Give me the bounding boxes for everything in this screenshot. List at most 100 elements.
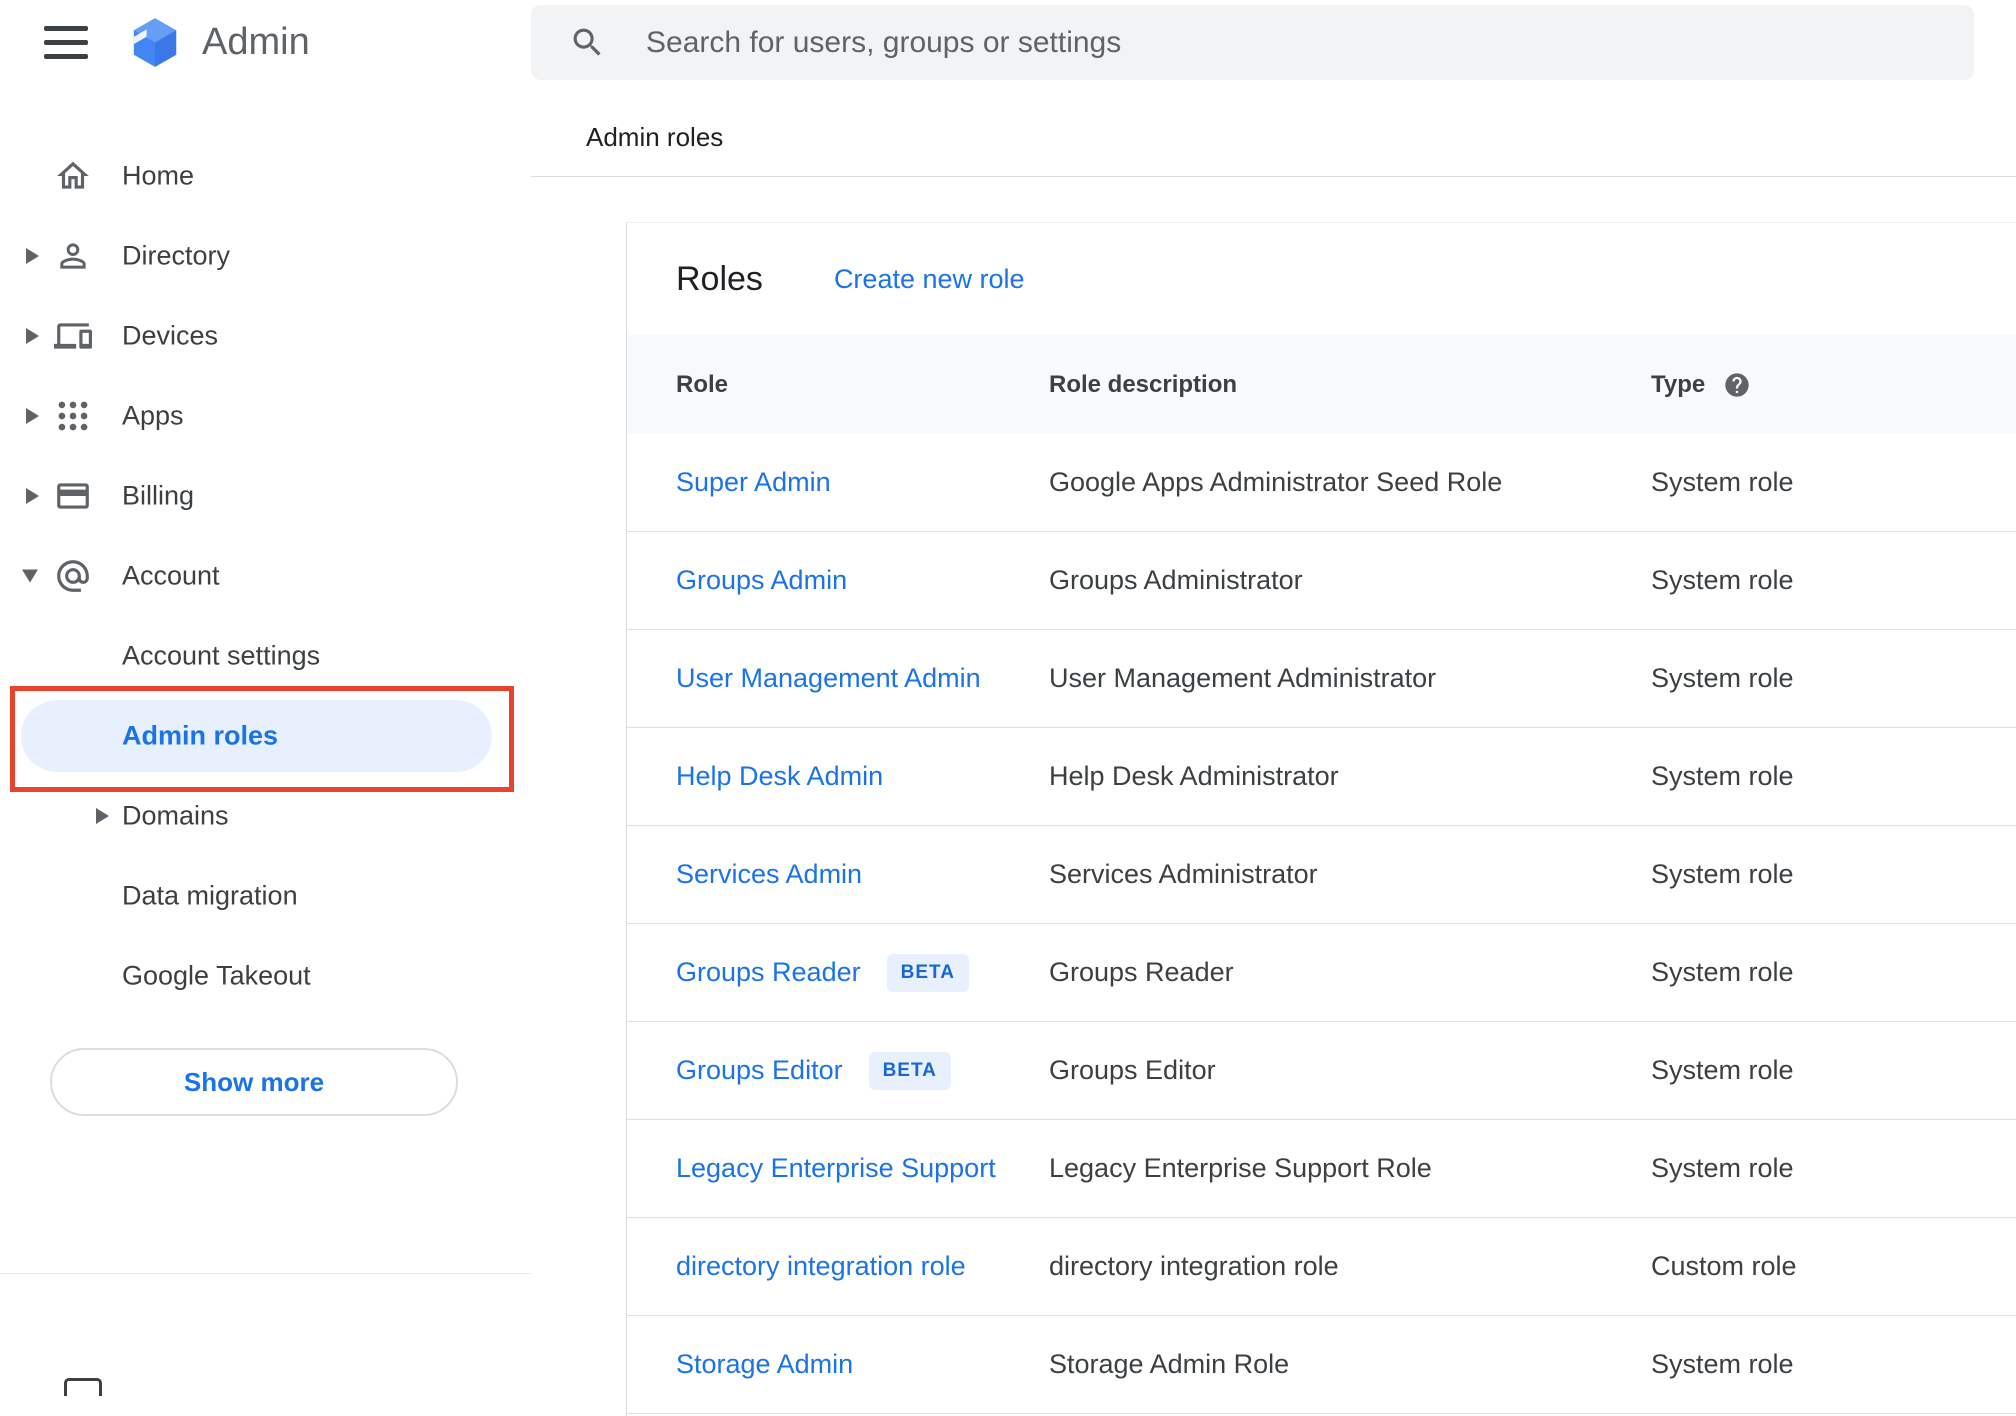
- role-link[interactable]: directory integration role: [676, 1251, 966, 1282]
- role-type: System role: [1651, 565, 1794, 595]
- devices-icon: [54, 317, 92, 355]
- role-link[interactable]: Legacy Enterprise Support: [676, 1153, 996, 1184]
- table-header-row: Role Role description Type: [627, 335, 2016, 434]
- role-link[interactable]: Storage Admin: [676, 1349, 853, 1380]
- sidebar-item-directory[interactable]: Directory: [0, 216, 531, 296]
- role-link[interactable]: Super Admin: [676, 467, 831, 498]
- sidebar-item-label: Data migration: [122, 880, 298, 911]
- beta-badge: BETA: [868, 1051, 951, 1090]
- table-row: Services Admin Services Administrator Sy…: [627, 826, 2016, 924]
- role-type: System role: [1651, 957, 1794, 987]
- role-type: System role: [1651, 663, 1794, 693]
- app-title: Admin: [202, 21, 310, 63]
- breadcrumb: Admin roles: [586, 122, 724, 152]
- role-link[interactable]: Help Desk Admin: [676, 761, 883, 792]
- expand-arrow-icon[interactable]: [26, 248, 39, 264]
- menu-hamburger-icon[interactable]: [44, 22, 90, 63]
- table-row: directory integration role directory int…: [627, 1218, 2016, 1316]
- clipped-bottom-icon[interactable]: [64, 1378, 102, 1396]
- home-icon: [54, 157, 92, 195]
- help-icon[interactable]: [1723, 371, 1751, 399]
- sidebar-item-label: Admin roles: [122, 720, 279, 751]
- main-content: Admin roles Roles Create new role Role R…: [531, 85, 2016, 1416]
- role-type: System role: [1651, 1055, 1794, 1085]
- create-new-role-link[interactable]: Create new role: [834, 264, 1025, 295]
- role-type: Custom role: [1651, 1251, 1797, 1281]
- role-link[interactable]: Services Admin: [676, 859, 862, 890]
- content-divider: [531, 176, 2016, 177]
- role-type: System role: [1651, 1153, 1794, 1183]
- table-row: Groups Reader BETA Groups Reader System …: [627, 924, 2016, 1022]
- search-icon: [569, 24, 606, 61]
- sidebar-item-label: Google Takeout: [122, 960, 311, 991]
- role-description: Legacy Enterprise Support Role: [1049, 1153, 1432, 1183]
- admin-hexagon-icon: [133, 17, 177, 67]
- topbar: [531, 0, 2016, 85]
- sidebar-item-label: Account settings: [122, 640, 321, 671]
- sidebar-item-label: Apps: [122, 400, 184, 431]
- table-row: Help Desk Admin Help Desk Administrator …: [627, 728, 2016, 826]
- show-more-button[interactable]: Show more: [50, 1048, 458, 1116]
- admin-logo[interactable]: Admin: [128, 16, 310, 70]
- expand-arrow-icon[interactable]: [96, 808, 109, 824]
- role-type: System role: [1651, 859, 1794, 889]
- sidebar-item-account-settings[interactable]: Account settings: [0, 616, 531, 696]
- search-box[interactable]: [531, 5, 1974, 80]
- role-description: Storage Admin Role: [1049, 1349, 1290, 1379]
- sidebar-item-label: Devices: [122, 320, 219, 351]
- role-description: directory integration role: [1049, 1251, 1339, 1281]
- table-row: Legacy Enterprise Support Legacy Enterpr…: [627, 1120, 2016, 1218]
- sidebar-item-label: Domains: [122, 800, 229, 831]
- roles-card-header: Roles Create new role: [627, 223, 2016, 335]
- expand-arrow-icon[interactable]: [26, 328, 39, 344]
- search-input[interactable]: [646, 25, 1974, 60]
- beta-badge: BETA: [886, 953, 969, 992]
- sidebar-item-label: Account: [122, 560, 220, 591]
- role-type: System role: [1651, 1349, 1794, 1379]
- sidebar-item-google-takeout[interactable]: Google Takeout: [0, 936, 531, 1016]
- at-sign-icon: [54, 557, 92, 595]
- column-header-role: Role: [676, 370, 729, 398]
- role-link[interactable]: Groups Reader: [676, 957, 861, 988]
- role-type: System role: [1651, 467, 1794, 497]
- sidebar-item-devices[interactable]: Devices: [0, 296, 531, 376]
- role-description: Groups Administrator: [1049, 565, 1303, 595]
- role-description: Google Apps Administrator Seed Role: [1049, 467, 1503, 497]
- role-link[interactable]: Groups Editor: [676, 1055, 843, 1086]
- role-link[interactable]: Groups Admin: [676, 565, 847, 596]
- table-row: Groups Admin Groups Administrator System…: [627, 532, 2016, 630]
- sidebar-item-admin-roles[interactable]: Admin roles: [0, 696, 531, 776]
- roles-card: Roles Create new role Role Role descript…: [626, 222, 2016, 1416]
- column-header-type-label: Type: [1651, 370, 1706, 398]
- sidebar-item-label: Directory: [122, 240, 231, 271]
- sidebar-item-account[interactable]: Account: [0, 536, 531, 616]
- table-row: Storage Admin Storage Admin Role System …: [627, 1316, 2016, 1414]
- roles-heading: Roles: [676, 259, 763, 298]
- person-icon: [54, 237, 92, 275]
- sidebar-divider: [0, 1273, 531, 1274]
- sidebar-item-label: Billing: [122, 480, 195, 511]
- table-row: Groups Editor BETA Groups Editor System …: [627, 1022, 2016, 1120]
- sidebar-header: Admin: [0, 0, 531, 85]
- sidebar-item-billing[interactable]: Billing: [0, 456, 531, 536]
- collapse-arrow-icon[interactable]: [22, 569, 38, 583]
- role-description: Help Desk Administrator: [1049, 761, 1339, 791]
- expand-arrow-icon[interactable]: [26, 408, 39, 424]
- role-description: Groups Reader: [1049, 957, 1234, 987]
- role-type: System role: [1651, 761, 1794, 791]
- table-row: Super Admin Google Apps Administrator Se…: [627, 434, 2016, 532]
- sidebar-nav: Home Directory Devices Apps Billing Acco…: [0, 85, 531, 1016]
- sidebar-item-apps[interactable]: Apps: [0, 376, 531, 456]
- apps-grid-icon: [54, 397, 92, 435]
- role-description: Groups Editor: [1049, 1055, 1216, 1085]
- sidebar-item-data-migration[interactable]: Data migration: [0, 856, 531, 936]
- credit-card-icon: [54, 477, 92, 515]
- expand-arrow-icon[interactable]: [26, 488, 39, 504]
- role-description: User Management Administrator: [1049, 663, 1437, 693]
- column-header-type: Type: [1651, 371, 2016, 399]
- role-link[interactable]: User Management Admin: [676, 663, 981, 694]
- sidebar-item-domains[interactable]: Domains: [0, 776, 531, 856]
- role-description: Services Administrator: [1049, 859, 1318, 889]
- sidebar-item-home[interactable]: Home: [0, 136, 531, 216]
- column-header-description: Role description: [1049, 370, 1238, 398]
